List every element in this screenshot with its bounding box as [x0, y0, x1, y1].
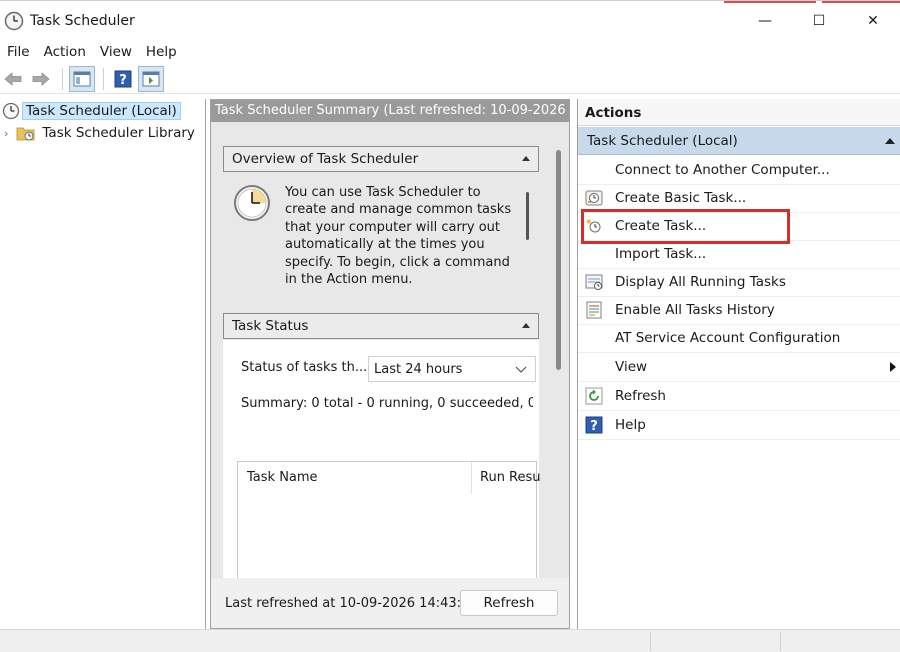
collapse-icon[interactable]: [522, 323, 530, 328]
action-label: Help: [615, 417, 646, 433]
action-at-service-account-configuration[interactable]: AT Service Account Configuration: [578, 324, 900, 353]
toolbar-separator: [103, 67, 104, 90]
action-display-all-running-tasks[interactable]: Display All Running Tasks: [578, 268, 900, 297]
column-header-run-result[interactable]: Run Resu: [480, 470, 541, 485]
running-tasks-icon: [585, 274, 603, 290]
action-help[interactable]: ? Help: [578, 411, 900, 440]
summary-scrollbar[interactable]: [556, 150, 561, 370]
action-label: Import Task...: [615, 246, 707, 262]
status-period-dropdown[interactable]: Last 24 hours: [368, 356, 536, 382]
menu-bar: File Action View Help: [0, 40, 900, 64]
folder-clock-icon: [17, 127, 35, 141]
tree-item-task-scheduler-local[interactable]: Task Scheduler (Local): [2, 101, 181, 121]
show-hide-action-pane-icon: [142, 71, 160, 86]
refresh-icon: [585, 387, 603, 405]
action-label: AT Service Account Configuration: [615, 330, 841, 346]
menu-action[interactable]: Action: [37, 44, 93, 60]
actions-group-label: Task Scheduler (Local): [587, 133, 738, 149]
tree-item-task-scheduler-library[interactable]: › Task Scheduler Library: [4, 123, 199, 143]
title-bar: Task Scheduler — ☐ ✕: [0, 0, 900, 40]
tasks-history-icon: [586, 301, 602, 319]
action-view[interactable]: View: [578, 353, 900, 382]
status-bar-separator: [780, 632, 781, 651]
status-period-value: Last 24 hours: [374, 362, 463, 377]
clock-icon: [2, 102, 20, 120]
action-enable-all-tasks-history[interactable]: Enable All Tasks History: [578, 296, 900, 325]
overview-section-header[interactable]: Overview of Task Scheduler: [223, 146, 539, 172]
close-button[interactable]: ✕: [846, 1, 900, 41]
collapse-icon[interactable]: [885, 138, 895, 144]
task-scheduler-clock-icon: [4, 11, 24, 31]
overview-scrollbar[interactable]: [526, 192, 529, 240]
overview-section-title: Overview of Task Scheduler: [232, 151, 419, 167]
forward-arrow-icon: [32, 71, 50, 86]
back-arrow-icon: [4, 71, 22, 86]
show-hide-action-pane-button[interactable]: [138, 65, 164, 92]
status-bar-separator: [650, 632, 651, 651]
overview-section-body: You can use Task Scheduler to create and…: [223, 174, 539, 300]
status-period-label: Status of tasks th...: [241, 360, 368, 375]
large-clock-icon: [234, 185, 270, 221]
action-label: Display All Running Tasks: [615, 274, 786, 290]
action-label: View: [615, 359, 648, 375]
task-status-section-header[interactable]: Task Status: [223, 313, 539, 339]
action-label: Connect to Another Computer...: [615, 162, 830, 178]
tree-item-label: Task Scheduler Library: [42, 125, 195, 141]
create-basic-task-icon: [585, 190, 603, 206]
task-status-section-title: Task Status: [232, 318, 309, 334]
menu-help[interactable]: Help: [139, 44, 184, 60]
status-summary: Summary: 0 total - 0 running, 0 succeede…: [241, 396, 533, 411]
action-label: Refresh: [615, 388, 666, 404]
column-header-task-name[interactable]: Task Name: [247, 470, 318, 485]
action-refresh[interactable]: Refresh: [578, 382, 900, 411]
action-connect-to-another-computer[interactable]: Connect to Another Computer...: [578, 156, 900, 185]
summary-pane: Task Scheduler Summary (Last refreshed: …: [210, 99, 570, 629]
last-refreshed-text: Last refreshed at 10-09-2026 14:43:59: [225, 596, 478, 611]
toolbar: ?: [0, 64, 900, 94]
task-status-table[interactable]: Task Name Run Resu: [237, 461, 541, 579]
column-separator[interactable]: [471, 462, 472, 494]
minimize-button[interactable]: —: [738, 1, 792, 41]
show-hide-console-tree-icon: [73, 71, 91, 86]
task-status-section-body: Status of tasks th... Last 24 hours Summ…: [223, 340, 541, 580]
actions-pane: Actions Task Scheduler (Local) Connect t…: [577, 99, 900, 629]
maximize-button[interactable]: ☐: [792, 1, 846, 41]
tree-item-label: Task Scheduler (Local): [22, 102, 181, 120]
submenu-arrow-icon: [890, 362, 896, 372]
overview-description: You can use Task Scheduler to create and…: [285, 185, 512, 288]
summary-header: Task Scheduler Summary (Last refreshed: …: [211, 100, 569, 122]
menu-file[interactable]: File: [0, 44, 37, 60]
back-button[interactable]: [0, 66, 26, 92]
chevron-right-icon[interactable]: ›: [4, 127, 8, 140]
summary-footer: Last refreshed at 10-09-2026 14:43:59 Re…: [211, 578, 569, 628]
chevron-down-icon: [515, 363, 527, 379]
svg-text:?: ?: [119, 73, 127, 88]
action-label: Enable All Tasks History: [615, 302, 775, 318]
menu-view[interactable]: View: [93, 44, 139, 60]
create-task-highlight-box: [581, 209, 790, 244]
action-label: Create Basic Task...: [615, 190, 747, 206]
toolbar-separator: [62, 67, 63, 90]
console-tree: Task Scheduler (Local) › Task Scheduler …: [0, 99, 206, 629]
action-import-task[interactable]: Import Task...: [578, 240, 900, 269]
show-hide-console-tree-button[interactable]: [69, 65, 95, 92]
refresh-button[interactable]: Refresh: [460, 590, 558, 616]
actions-group-task-scheduler-local[interactable]: Task Scheduler (Local): [578, 127, 900, 155]
status-bar: [0, 629, 900, 652]
help-icon: ?: [114, 70, 132, 88]
collapse-icon[interactable]: [522, 156, 530, 161]
help-icon: ?: [585, 416, 603, 434]
actions-title: Actions: [578, 99, 900, 126]
forward-button[interactable]: [28, 66, 54, 92]
svg-text:?: ?: [590, 419, 598, 434]
help-toolbar-button[interactable]: ?: [110, 66, 136, 92]
window-title: Task Scheduler: [30, 12, 135, 29]
